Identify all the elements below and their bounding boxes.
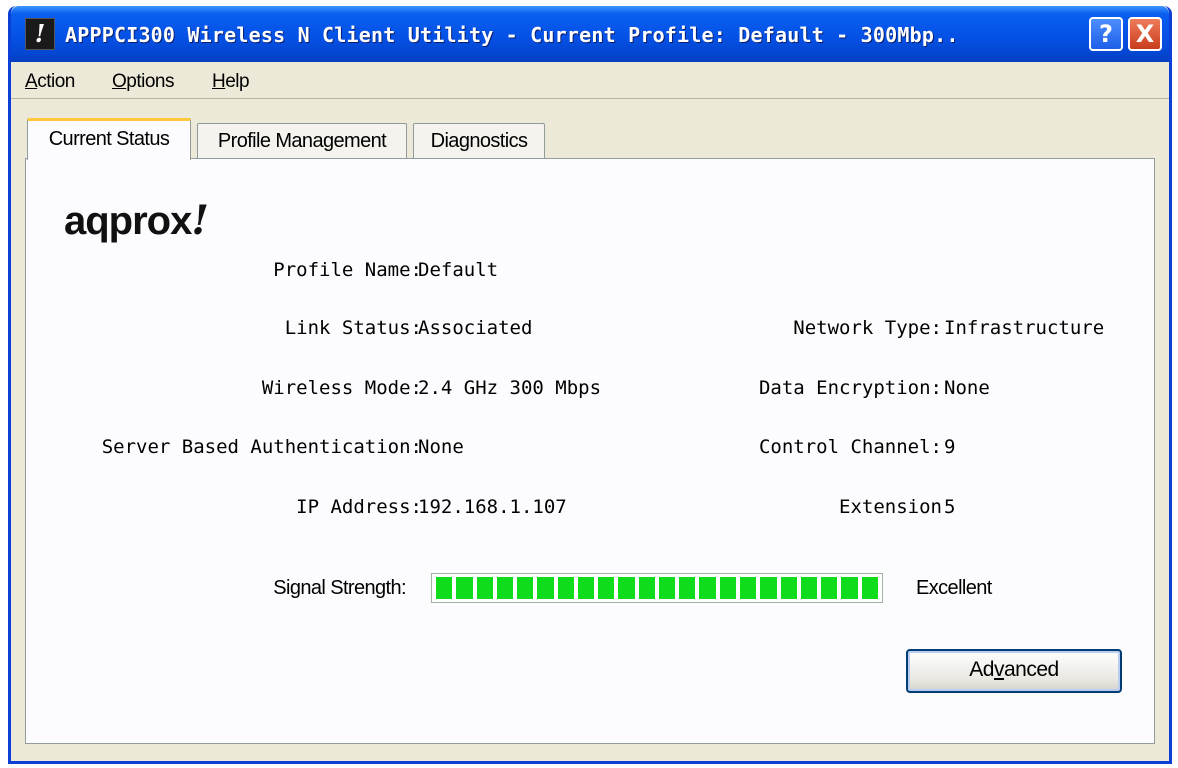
link-status-value: Associated [418, 317, 533, 339]
help-icon[interactable]: ? [1089, 17, 1123, 51]
server-auth-label: Server Based Authentication: [101, 436, 422, 458]
signal-segment [679, 577, 696, 599]
menu-divider [11, 98, 1169, 99]
ip-address-label: IP Address: [296, 496, 422, 518]
menu-help-accel: H [212, 71, 226, 92]
signal-segment [517, 577, 534, 599]
signal-segment [557, 577, 574, 599]
signal-segment [638, 577, 655, 599]
data-encryption-label: Data Encryption: [758, 377, 942, 399]
advanced-button[interactable]: Advanced [906, 649, 1122, 693]
signal-segment [577, 577, 595, 599]
data-encryption-value: None [944, 377, 990, 399]
menu-help-rest: elp [225, 71, 250, 92]
menu-help[interactable]: Help [212, 71, 250, 93]
signal-segment [739, 577, 757, 599]
menu-options[interactable]: Options [112, 71, 174, 93]
logo-mark: ! [191, 197, 209, 244]
signal-segment [598, 577, 615, 599]
profile-name-value: Default [418, 259, 499, 281]
title-bar[interactable]: ! APPPCI300 Wireless N Client Utility - … [11, 6, 1169, 62]
signal-segment [861, 577, 878, 599]
control-channel-value: 9 [944, 436, 956, 458]
menu-action[interactable]: Action [25, 71, 75, 93]
network-type-value: Infrastructure [944, 317, 1105, 339]
advanced-label-post: anced [1003, 658, 1059, 681]
signal-quality: Excellent [916, 577, 992, 599]
logo-text: aqprox [64, 199, 192, 243]
signal-segment [800, 577, 818, 599]
wireless-mode-label: Wireless Mode: [261, 377, 422, 399]
tab-diagnostics[interactable]: Diagnostics [413, 123, 545, 159]
tab-profile-management[interactable]: Profile Management [197, 123, 407, 159]
signal-strength-label: Signal Strength: [273, 577, 406, 599]
control-channel-label: Control Channel: [758, 436, 942, 458]
window-title: APPPCI300 Wireless N Client Utility - Cu… [65, 23, 959, 47]
signal-segment [456, 577, 473, 599]
extension-label: Extension [839, 496, 942, 518]
current-status-panel: aqprox! Profile Name: Default Link Statu… [25, 158, 1155, 744]
network-type-label: Network Type: [793, 317, 942, 339]
signal-segment [658, 577, 676, 599]
tab-current-status[interactable]: Current Status [27, 118, 191, 160]
profile-name-label: Profile Name: [273, 259, 422, 281]
wireless-mode-value: 2.4 GHz 300 Mbps [418, 377, 602, 399]
aqprox-logo: aqprox! [64, 197, 209, 244]
advanced-label-accel: v [993, 658, 1005, 681]
menu-options-accel: O [112, 71, 127, 92]
signal-segment [699, 577, 716, 599]
menu-action-rest: ction [37, 71, 75, 92]
menu-options-rest: ptions [126, 71, 174, 92]
signal-strength-bar [431, 573, 883, 603]
client-utility-window: ! APPPCI300 Wireless N Client Utility - … [8, 6, 1172, 764]
server-auth-value: None [418, 436, 464, 458]
signal-segment [496, 577, 514, 599]
menu-bar: Action Options Help [11, 62, 1169, 98]
signal-segment [760, 577, 777, 599]
advanced-label-pre: Ad [969, 658, 994, 681]
menu-action-accel: A [25, 71, 38, 92]
signal-segment [476, 577, 493, 599]
signal-segment [821, 577, 838, 599]
signal-segment [537, 577, 554, 599]
ip-address-value: 192.168.1.107 [418, 496, 567, 518]
signal-segment [780, 577, 797, 599]
signal-segment [719, 577, 736, 599]
signal-segment [841, 577, 858, 599]
app-icon[interactable]: ! [25, 18, 55, 50]
extension-value: 5 [944, 496, 956, 518]
signal-segment [618, 577, 635, 599]
link-status-label: Link Status: [284, 317, 422, 339]
signal-segment [436, 577, 453, 599]
close-icon[interactable]: X [1128, 17, 1162, 51]
